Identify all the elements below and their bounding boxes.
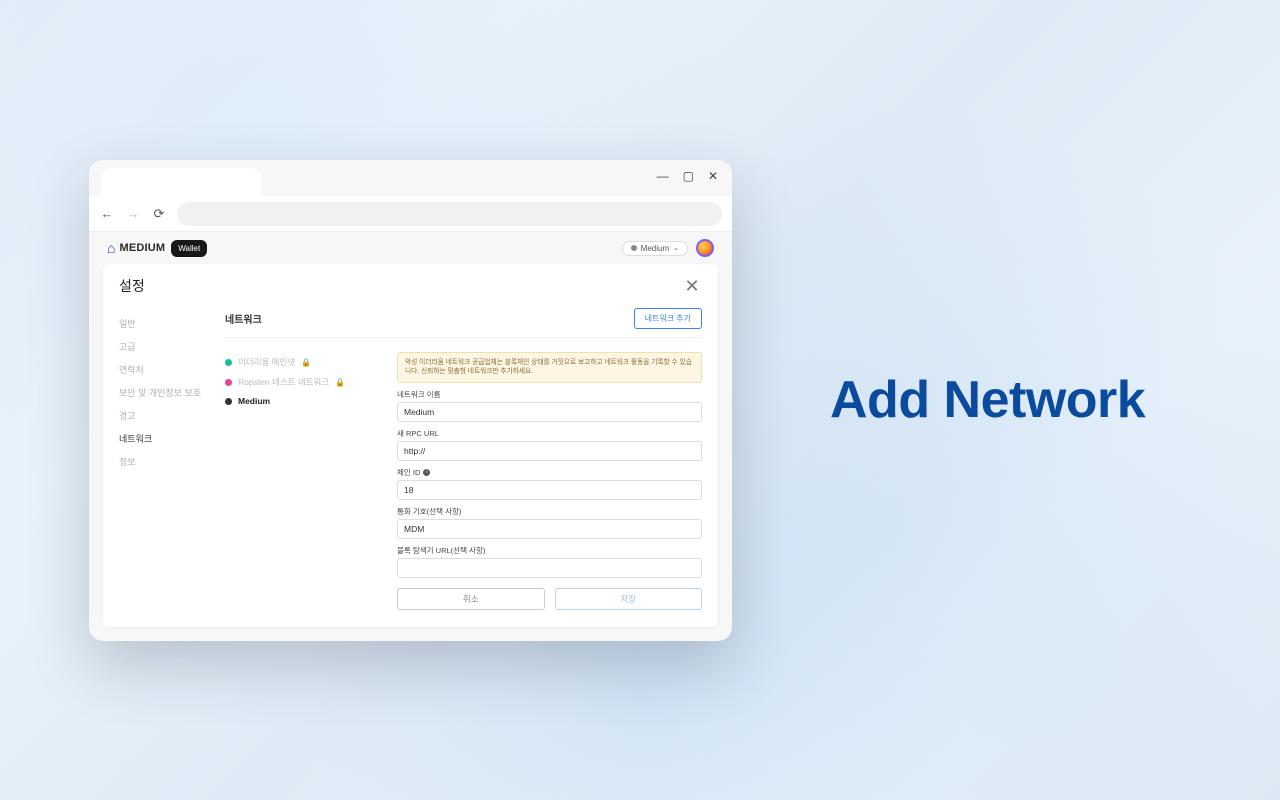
sidebar-item-general[interactable]: 일반: [119, 312, 207, 335]
settings-card: 설정 ✕ 일반 고급 연락처 보안 및 개인정보 보호 경고 네트워크 정보 네…: [103, 264, 718, 627]
address-bar: ← → ⟳: [89, 196, 732, 232]
minimize-icon[interactable]: —: [657, 170, 669, 182]
network-item-ropsten[interactable]: Ropsten 테스트 네트워크 🔒: [225, 372, 373, 392]
save-button[interactable]: 저장: [555, 588, 703, 610]
close-icon[interactable]: ✕: [682, 276, 702, 296]
network-name-input[interactable]: [397, 402, 702, 422]
sidebar-item-contacts[interactable]: 연락처: [119, 358, 207, 381]
chain-id-label: 체인 ID i: [397, 467, 702, 478]
explorer-label: 블록 탐색기 URL(선택 사항): [397, 545, 702, 556]
sidebar-item-about[interactable]: 정보: [119, 450, 207, 473]
sidebar-item-alerts[interactable]: 경고: [119, 404, 207, 427]
tab-strip: — ▢ ✕: [89, 160, 732, 196]
wallet-header: ⌂ MEDIUM Wallet Medium ⌄: [89, 232, 732, 264]
network-selector[interactable]: Medium ⌄: [622, 241, 688, 256]
settings-sidebar: 일반 고급 연락처 보안 및 개인정보 보호 경고 네트워크 정보: [119, 308, 207, 613]
network-item-label: 이더리움 메인넷: [238, 356, 295, 368]
cancel-button[interactable]: 취소: [397, 588, 545, 610]
lock-icon: 🔒: [301, 358, 311, 367]
url-input[interactable]: [177, 202, 722, 226]
network-item-mainnet[interactable]: 이더리움 메인넷 🔒: [225, 352, 373, 372]
page-title: 설정: [119, 276, 145, 296]
sidebar-item-networks[interactable]: 네트워크: [119, 427, 207, 450]
maximize-icon[interactable]: ▢: [683, 170, 694, 182]
explorer-input[interactable]: [397, 558, 702, 578]
network-item-label: Ropsten 테스트 네트워크: [238, 376, 329, 388]
chevron-down-icon: ⌄: [673, 244, 679, 252]
rpc-url-input[interactable]: [397, 441, 702, 461]
brand-text: MEDIUM: [119, 242, 165, 254]
network-dot-icon: [225, 379, 232, 386]
chain-id-input[interactable]: [397, 480, 702, 500]
network-dot-icon: [631, 245, 637, 251]
symbol-label: 통화 기호(선택 사항): [397, 506, 702, 517]
info-icon[interactable]: i: [423, 469, 430, 476]
network-dot-icon: [225, 359, 232, 366]
browser-window: — ▢ ✕ ← → ⟳ ⌂ MEDIUM Wallet Medium ⌄ 설정 …: [89, 160, 732, 641]
avatar[interactable]: [696, 239, 714, 257]
forward-icon[interactable]: →: [125, 206, 141, 222]
reload-icon[interactable]: ⟳: [151, 206, 167, 222]
network-item-label: Medium: [238, 396, 270, 406]
add-network-button[interactable]: 네트워크 추가: [634, 308, 702, 329]
network-dot-icon: [225, 398, 232, 405]
sidebar-item-security[interactable]: 보안 및 개인정보 보호: [119, 381, 207, 404]
back-icon[interactable]: ←: [99, 206, 115, 222]
sidebar-item-advanced[interactable]: 고급: [119, 335, 207, 358]
brand: ⌂ MEDIUM Wallet: [107, 240, 207, 257]
network-item-medium[interactable]: Medium: [225, 392, 373, 410]
wallet-badge: Wallet: [171, 240, 207, 257]
network-name-label: 네트워크 이름: [397, 389, 702, 400]
network-form: 악성 이더리움 네트워크 공급업체는 블록체인 상태를 거짓으로 보고하고 네트…: [397, 352, 702, 610]
symbol-input[interactable]: [397, 519, 702, 539]
network-selector-label: Medium: [641, 244, 669, 253]
main-column: 네트워크 네트워크 추가 이더리움 메인넷 🔒 Ropsten 테스트 네트워크: [225, 308, 702, 613]
network-list: 이더리움 메인넷 🔒 Ropsten 테스트 네트워크 🔒 Medium: [225, 352, 373, 610]
hero-title: Add Network: [830, 370, 1145, 430]
rpc-url-label: 새 RPC URL: [397, 428, 702, 439]
browser-tab[interactable]: [101, 168, 261, 196]
section-title: 네트워크: [225, 311, 262, 326]
close-window-icon[interactable]: ✕: [708, 170, 718, 182]
chain-id-label-text: 체인 ID: [397, 467, 420, 478]
warning-message: 악성 이더리움 네트워크 공급업체는 블록체인 상태를 거짓으로 보고하고 네트…: [397, 352, 702, 383]
home-icon: ⌂: [107, 240, 115, 256]
lock-icon: 🔒: [335, 378, 345, 387]
